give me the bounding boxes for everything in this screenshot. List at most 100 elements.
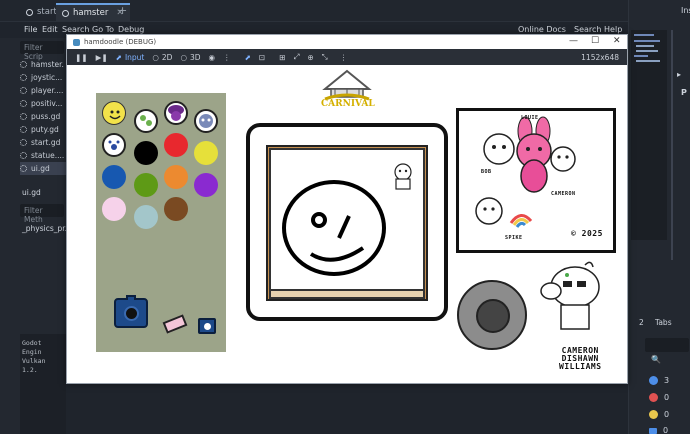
smiley-sticker-button[interactable] xyxy=(102,101,126,125)
warning-filter[interactable]: 0 xyxy=(649,410,669,419)
carnival-logo: CARNIVAL xyxy=(319,69,375,119)
filter-scripts-input[interactable]: Filter Scrip xyxy=(20,41,64,61)
output-panel: Godot Engin Vulkan 1.2. xyxy=(20,334,66,434)
filter-methods-input[interactable]: Filter Meth xyxy=(20,204,64,224)
list-item[interactable]: player.... xyxy=(20,84,66,97)
online-docs-link[interactable]: Online Docs xyxy=(518,25,566,34)
2d-mode-button[interactable]: ○ 2D xyxy=(152,53,172,62)
error-icon xyxy=(649,393,658,402)
step-icon[interactable]: ▶❚ xyxy=(96,53,108,62)
options-icon[interactable]: ⋮ xyxy=(340,53,348,62)
message-filter[interactable]: 0 xyxy=(649,426,668,434)
color-swatch-blue[interactable] xyxy=(102,165,126,189)
script-list: hamster. joystic... player.... positiv..… xyxy=(20,58,66,175)
script-icon xyxy=(20,139,27,146)
signature-text: CAMERON DISHAWN WILLIAMS xyxy=(559,346,602,371)
visibility-icon[interactable]: ◉ xyxy=(209,53,216,62)
logo-text: CARNIVAL xyxy=(321,99,375,109)
method-item[interactable]: _physics_pr... xyxy=(22,224,72,233)
paw-sticker-button[interactable] xyxy=(102,133,126,157)
hamster-mascot xyxy=(394,163,412,190)
scene-icon xyxy=(26,8,33,16)
egg-sticker-button[interactable] xyxy=(134,109,158,133)
color-swatch-green[interactable] xyxy=(134,173,158,197)
more-icon[interactable]: ⋮ xyxy=(223,53,231,62)
inspector-dock: Ins ▸ P 2 Tabs 🔍 3 0 0 0 xyxy=(628,0,690,434)
close-icon[interactable]: ✕ xyxy=(613,36,621,46)
output-line: Vulkan 1.2. xyxy=(22,357,46,374)
expand-arrow-icon[interactable]: ▸ xyxy=(677,70,681,79)
color-swatch-red[interactable] xyxy=(164,133,188,157)
list-item-selected[interactable]: ui.gd xyxy=(20,162,66,175)
game-viewport[interactable]: CARNIVAL LOUIE BOB CAMERON SPIKE © 2025 … xyxy=(67,65,627,383)
maximize-icon[interactable]: ☐ xyxy=(591,36,599,46)
tabs-label[interactable]: Tabs xyxy=(655,318,672,327)
expand-icon[interactable]: ⤡ xyxy=(322,52,328,62)
output-line: Godot Engin xyxy=(22,339,42,356)
color-swatch-pink[interactable] xyxy=(102,197,126,221)
output-filter-input[interactable] xyxy=(645,338,689,352)
color-swatch-purple[interactable] xyxy=(194,173,218,197)
list-item[interactable]: positiv... xyxy=(20,97,66,110)
camera-icon[interactable] xyxy=(114,295,148,328)
color-swatch-orange[interactable] xyxy=(164,165,188,189)
joystick-knob[interactable] xyxy=(476,299,510,333)
node-icon: ○ xyxy=(152,52,159,62)
drawing-canvas[interactable] xyxy=(269,148,425,291)
editor-tab-bar: start hamster ✕ + xyxy=(0,0,690,22)
node-icon: ○ xyxy=(180,52,187,62)
3d-mode-button[interactable]: ○ 3D xyxy=(180,53,200,62)
card-name-label: LOUIE xyxy=(521,115,539,121)
property-label: P xyxy=(681,88,687,97)
list-item[interactable]: puty.gd xyxy=(20,123,66,136)
script-icon xyxy=(20,165,27,172)
eraser-icon[interactable] xyxy=(162,314,188,334)
list-item[interactable]: puss.gd xyxy=(20,110,66,123)
info-filter[interactable]: 3 xyxy=(649,376,669,385)
color-swatch-black[interactable] xyxy=(134,141,158,165)
add-tab-icon[interactable]: + xyxy=(118,4,127,17)
menu-debug[interactable]: Debug xyxy=(118,25,144,34)
small-camera-icon[interactable] xyxy=(198,318,216,334)
camera-override-icon[interactable]: ⊞ xyxy=(279,53,285,62)
message-icon xyxy=(649,427,657,434)
input-mode-button[interactable]: ⬈ Input xyxy=(116,53,145,62)
inspector-tab[interactable]: Ins xyxy=(681,6,690,15)
tab-label: start xyxy=(37,7,57,17)
list-select-icon[interactable]: ⊡ xyxy=(259,53,265,62)
zoom-icon[interactable]: ⊕ xyxy=(307,53,313,62)
list-item[interactable]: start.gd xyxy=(20,136,66,149)
pause-icon[interactable]: ❚❚ xyxy=(75,53,88,62)
color-swatch-light-blue[interactable] xyxy=(134,205,158,229)
select-tool-icon[interactable]: ⬈ xyxy=(245,53,251,62)
search-icon[interactable]: 🔍 xyxy=(651,355,661,364)
script-icon xyxy=(20,152,27,159)
list-item[interactable]: hamster. xyxy=(20,58,66,71)
tabs-count: 2 xyxy=(639,318,644,327)
minimize-icon[interactable]: — xyxy=(569,36,578,46)
character-card: LOUIE BOB CAMERON SPIKE © 2025 xyxy=(456,108,616,253)
menu-goto[interactable]: Go To xyxy=(92,25,114,34)
search-help-link[interactable]: Search Help xyxy=(574,25,622,34)
menu-search[interactable]: Search xyxy=(62,25,89,34)
error-filter[interactable]: 0 xyxy=(649,393,669,402)
code-minimap[interactable] xyxy=(631,30,667,240)
menu-file[interactable]: File xyxy=(24,25,37,34)
godot-editor: start hamster ✕ + File Edit Search Go To… xyxy=(0,0,690,434)
signature-character xyxy=(537,257,607,337)
game-window: hamdoodle (DEBUG) — ☐ ✕ ❚❚ ▶❚ ⬈ Input ○ 2D… xyxy=(66,34,628,384)
color-swatch-brown[interactable] xyxy=(164,197,188,221)
list-item[interactable]: statue.... xyxy=(20,149,66,162)
purple-character-sticker-button[interactable] xyxy=(164,101,188,125)
scrollbar[interactable] xyxy=(671,30,673,260)
list-item[interactable]: joystic... xyxy=(20,71,66,84)
menu-edit[interactable]: Edit xyxy=(42,25,58,34)
blue-creature-sticker-button[interactable] xyxy=(194,109,218,133)
color-swatch-yellow[interactable] xyxy=(194,141,218,165)
pointer-icon: ⬈ xyxy=(115,52,122,62)
script-icon xyxy=(20,87,27,94)
fit-icon[interactable]: ⤢ xyxy=(293,52,299,62)
card-name-label: SPIKE xyxy=(505,235,523,241)
card-name-label: BOB xyxy=(481,169,492,175)
script-icon xyxy=(20,61,27,68)
